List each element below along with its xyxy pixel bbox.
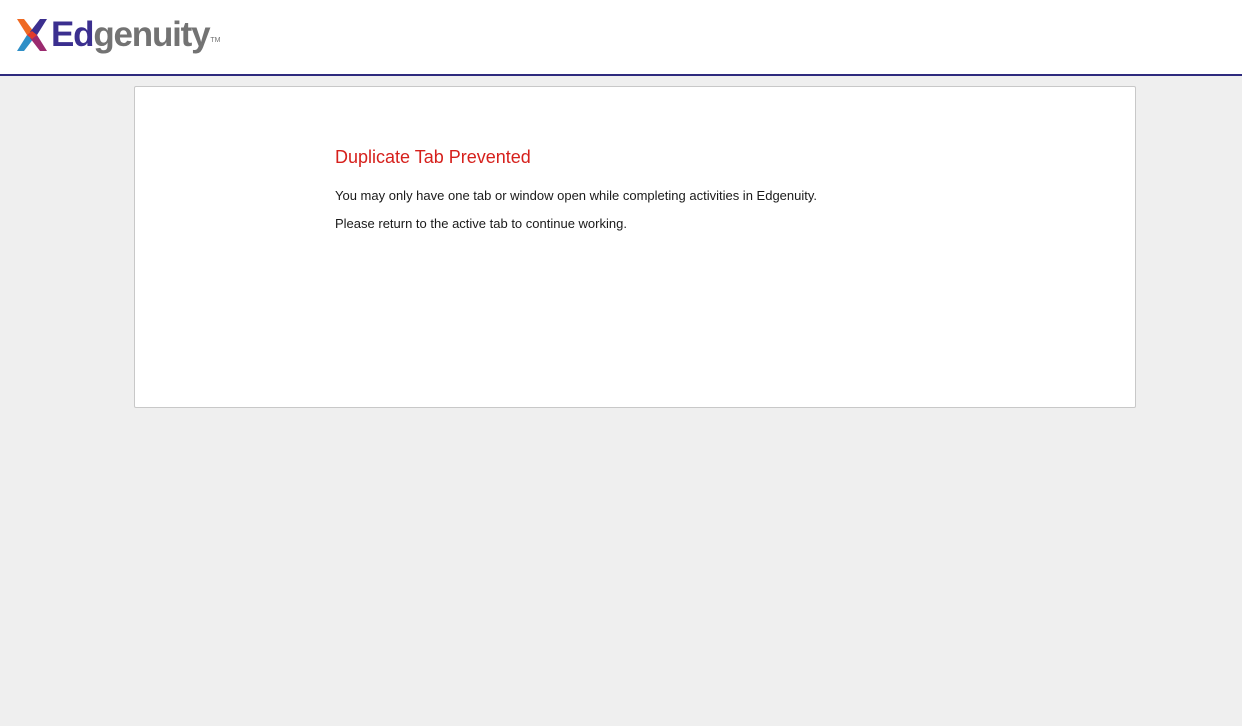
- message-text-return: Please return to the active tab to conti…: [335, 216, 627, 231]
- logo-wordmark: EdgenuityTM: [51, 14, 221, 56]
- page-title: Duplicate Tab Prevented: [335, 147, 531, 167]
- logo-text-genuity: genuity: [93, 15, 210, 54]
- edgenuity-x-mark-icon: [17, 19, 47, 51]
- message-text-one-tab: You may only have one tab or window open…: [335, 188, 818, 203]
- edgenuity-logo[interactable]: EdgenuityTM: [14, 14, 221, 56]
- trademark-mark: TM: [210, 37, 221, 44]
- logo-text-ed: Ed: [51, 15, 95, 54]
- top-header: EdgenuityTM: [0, 0, 1242, 76]
- message-panel: Duplicate Tab Prevented You may only hav…: [134, 86, 1136, 408]
- message-content: Duplicate Tab Prevented You may only hav…: [335, 145, 817, 232]
